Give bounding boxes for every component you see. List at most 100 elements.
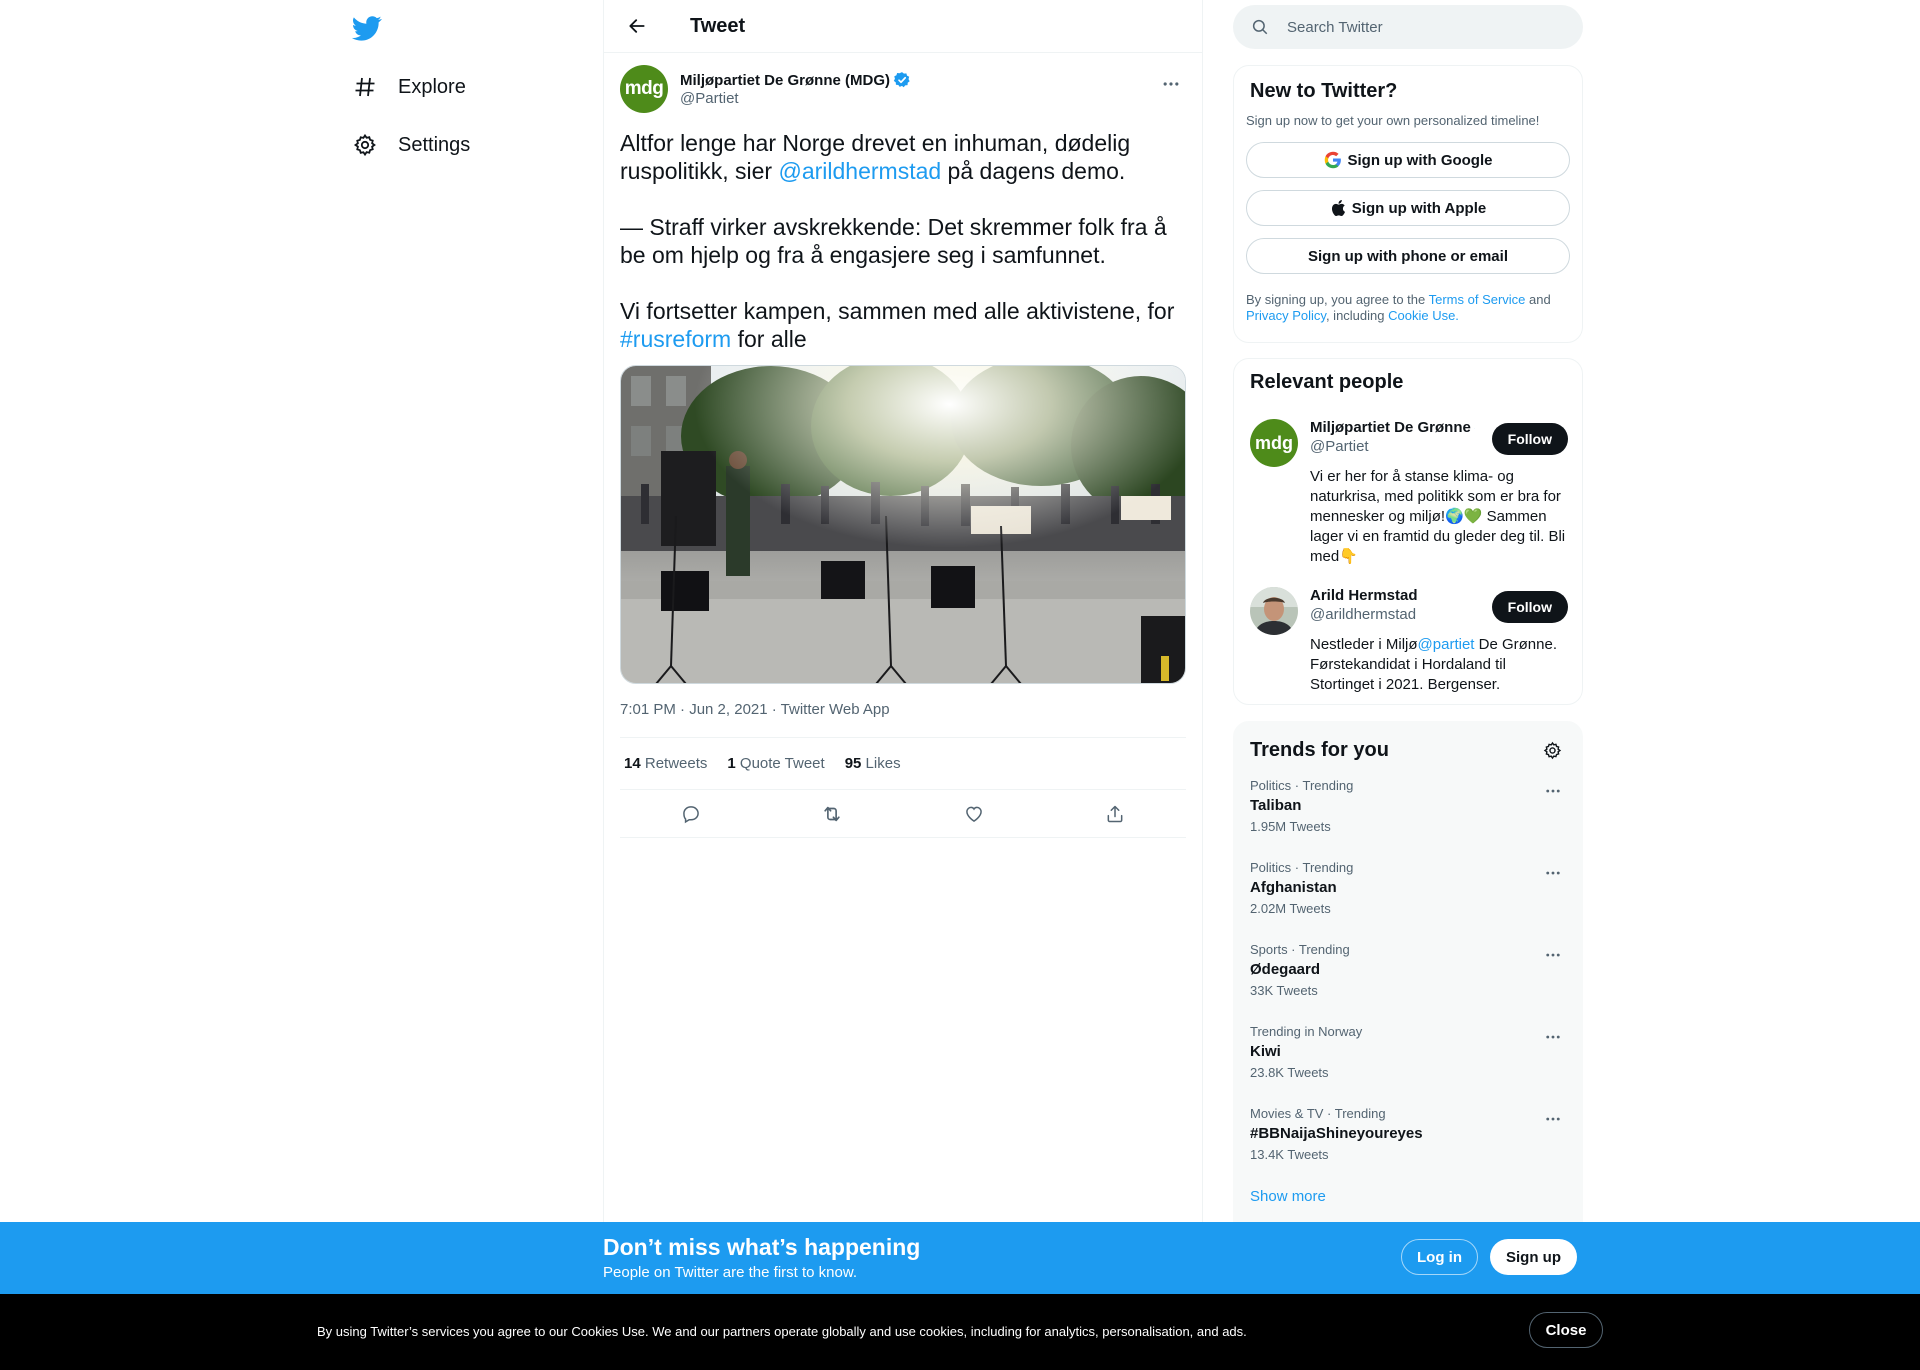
trend-more-button[interactable] — [1538, 1104, 1568, 1134]
more-dots-icon — [1546, 871, 1560, 875]
show-more-link[interactable]: Show more — [1250, 1188, 1326, 1205]
reply-button[interactable] — [674, 797, 708, 831]
person-name[interactable]: Miljøpartiet De Grønne — [1310, 419, 1471, 436]
login-button[interactable]: Log in — [1401, 1239, 1478, 1275]
signup-google-button[interactable]: Sign up with Google — [1246, 142, 1570, 178]
cookie-use-link[interactable]: Cookie Use. — [1388, 308, 1459, 323]
like-button[interactable] — [957, 797, 991, 831]
signup-apple-label: Sign up with Apple — [1351, 199, 1487, 217]
trend-meta: Politics · Trending — [1250, 860, 1354, 875]
author-name[interactable]: Miljøpartiet De Grønne (MDG) — [680, 72, 890, 89]
tweet-header: Tweet — [604, 0, 1202, 53]
search-input[interactable] — [1287, 18, 1547, 36]
author-name-row[interactable]: Miljøpartiet De Grønne (MDG) — [680, 71, 911, 89]
verified-badge-icon — [893, 71, 911, 89]
avatar[interactable]: mdg — [1250, 419, 1298, 467]
trend-count: 23.8K Tweets — [1250, 1065, 1329, 1080]
signup-terms: By signing up, you agree to the Terms of… — [1246, 292, 1570, 324]
trend-more-button[interactable] — [1538, 858, 1568, 888]
terms-pre: By signing up, you agree to the — [1246, 292, 1429, 307]
author-handle[interactable]: @Partiet — [680, 90, 911, 107]
more-dots-icon — [1163, 82, 1179, 86]
trend-count: 2.02M Tweets — [1250, 901, 1331, 916]
privacy-policy-link[interactable]: Privacy Policy — [1246, 308, 1326, 323]
person-info: Miljøpartiet De Grønne @Partiet Vi er he… — [1310, 419, 1568, 567]
quote-tweets-stat[interactable]: 1 Quote Tweet — [727, 755, 824, 772]
trend-more-button[interactable] — [1538, 776, 1568, 806]
person-bio: Nestleder i Miljø@partiet De Grønne. Før… — [1310, 635, 1568, 695]
trend-more-button[interactable] — [1538, 1022, 1568, 1052]
twitter-bird-icon[interactable] — [351, 12, 384, 44]
trend-meta: Trending in Norway — [1250, 1024, 1363, 1039]
person-name[interactable]: Arild Hermstad — [1310, 587, 1418, 604]
follow-button[interactable]: Follow — [1491, 423, 1568, 455]
trends-header: Trends for you — [1250, 734, 1566, 766]
tweet-text-para3-pre: Vi fortsetter kampen, sammen med alle ak… — [620, 298, 1175, 324]
reply-icon — [682, 805, 699, 823]
verified-badge-icon — [1474, 419, 1475, 436]
signup-apple-button[interactable]: Sign up with Apple — [1246, 190, 1570, 226]
person-bio-pre: Nestleder i Miljø — [1310, 636, 1418, 653]
retweets-count: 14 — [624, 755, 641, 772]
trend-item[interactable]: Politics · Trending Afghanistan 2.02M Tw… — [1250, 848, 1566, 930]
trend-item[interactable]: Sports · Trending Ødegaard 33K Tweets — [1250, 930, 1566, 1012]
tweet-text-para3-post: for alle — [731, 326, 807, 352]
tweet-text-line1: Altfor lenge har Norge drevet en inhuman… — [620, 130, 1131, 156]
promo-subtitle: People on Twitter are the first to know. — [603, 1264, 858, 1281]
new-to-twitter-subtitle: Sign up now to get your own personalized… — [1246, 113, 1540, 128]
author-names: Miljøpartiet De Grønne (MDG) @Partiet — [680, 71, 911, 107]
trend-item[interactable]: Politics · Trending Taliban 1.95M Tweets — [1250, 766, 1566, 848]
trend-meta: Sports · Trending — [1250, 942, 1350, 957]
trend-item[interactable]: Trending in Norway Kiwi 23.8K Tweets — [1250, 1012, 1566, 1094]
trend-item[interactable]: Movies & TV · Trending #BBNaijaShineyour… — [1250, 1094, 1566, 1176]
signup-button[interactable]: Sign up — [1490, 1239, 1577, 1275]
promo-title: Don’t miss what’s happening — [603, 1234, 921, 1260]
cookie-close-button[interactable]: Close — [1529, 1312, 1603, 1348]
apple-icon — [1330, 199, 1346, 217]
more-dots-icon — [1546, 1117, 1560, 1121]
more-dots-icon — [1546, 789, 1560, 793]
back-button[interactable] — [620, 9, 654, 43]
gear-icon — [1543, 741, 1561, 759]
hashtag-link[interactable]: #rusreform — [620, 326, 731, 352]
bio-mention-link[interactable]: @partiet — [1418, 636, 1475, 653]
tweet-text: Altfor lenge har Norge drevet en inhuman… — [620, 129, 1186, 353]
trend-count: 13.4K Tweets — [1250, 1147, 1329, 1162]
person-info: Arild Hermstad @arildhermstad Nestleder … — [1310, 587, 1568, 695]
nav-settings[interactable]: Settings — [352, 121, 470, 169]
tweet-text-para2: — Straff virker avskrekkende: Det skremm… — [620, 214, 1167, 268]
likes-stat[interactable]: 95 Likes — [845, 755, 901, 772]
retweets-label: Retweets — [644, 755, 708, 772]
search-bar[interactable] — [1233, 5, 1583, 49]
trend-meta: Movies & TV · Trending — [1250, 1106, 1386, 1121]
tweet-text-line2-pre: ruspolitikk, sier — [620, 158, 779, 184]
person-name-row[interactable]: Miljøpartiet De Grønne — [1310, 419, 1475, 436]
tweet: mdg Miljøpartiet De Grønne (MDG) @Partie… — [604, 53, 1202, 838]
new-to-twitter-title: New to Twitter? — [1250, 80, 1398, 102]
retweets-stat[interactable]: 14 Retweets — [624, 755, 707, 772]
mention-link[interactable]: @arildhermstad — [778, 158, 941, 184]
google-icon — [1324, 151, 1342, 169]
signup-promo-bar: Don’t miss what’s happening People on Tw… — [0, 1222, 1920, 1294]
nav-explore[interactable]: Explore — [352, 63, 466, 111]
person-name-row[interactable]: Arild Hermstad — [1310, 587, 1475, 604]
tweet-photo[interactable] — [620, 365, 1186, 684]
follow-button[interactable]: Follow — [1491, 591, 1568, 623]
trends-settings-button[interactable] — [1538, 736, 1566, 764]
avatar[interactable]: mdg — [620, 65, 668, 113]
tweet-timestamp[interactable]: 7:01 PM · Jun 2, 2021 · Twitter Web App — [620, 701, 1186, 721]
relevant-people-card: Relevant people mdg Miljøpartiet De Grøn… — [1233, 358, 1583, 705]
avatar[interactable] — [1250, 587, 1298, 635]
signup-phone-button[interactable]: Sign up with phone or email — [1246, 238, 1570, 274]
share-button[interactable] — [1098, 797, 1132, 831]
trends-title: Trends for you — [1250, 738, 1389, 761]
like-icon — [965, 806, 982, 822]
more-options-button[interactable] — [1156, 69, 1186, 99]
retweet-button[interactable] — [815, 797, 849, 831]
trend-more-button[interactable] — [1538, 940, 1568, 970]
trend-name: Afghanistan — [1250, 879, 1337, 896]
tweet-text-para3: Vi fortsetter kampen, sammen med alle ak… — [620, 297, 1186, 353]
terms-of-service-link[interactable]: Terms of Service — [1429, 292, 1526, 307]
tweet-text-line2: ruspolitikk, sier @arildhermstad på dage… — [620, 157, 1186, 185]
